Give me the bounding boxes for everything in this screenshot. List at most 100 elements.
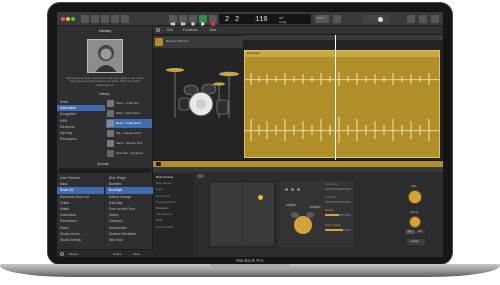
master-volume-slider[interactable] <box>363 15 389 23</box>
lcd-display[interactable]: 2 2 110 4/4 Cmaj <box>219 14 311 24</box>
xy-puck[interactable] <box>258 195 263 200</box>
hihat-slider-fill <box>325 214 339 216</box>
drummer-portrait-icon <box>95 45 117 72</box>
record-button[interactable] <box>209 15 217 26</box>
menu-functions[interactable]: Functions <box>183 28 198 32</box>
editor-ruler[interactable] <box>153 167 443 172</box>
drummer-region[interactable]: Drummer <box>244 50 440 158</box>
sounds-search-field[interactable] <box>59 168 151 173</box>
swing-16th-button[interactable]: 16th <box>416 230 425 234</box>
complexity-xy-pad[interactable] <box>209 181 275 248</box>
percussion-clap-icon[interactable] <box>291 188 294 191</box>
track-name: Brooklyn (Beam) <box>166 39 189 43</box>
param-kick-snare-label: Kick & Snare <box>325 223 342 227</box>
browser-button[interactable] <box>431 15 439 23</box>
library-toggle-button[interactable] <box>81 15 89 23</box>
waveform-icon <box>245 72 439 143</box>
hihat-slider[interactable] <box>325 214 351 216</box>
count-in-button[interactable]: 1234 <box>315 15 329 23</box>
percussion-shaker-icon[interactable] <box>285 188 288 191</box>
toolbar: 2 2 110 4/4 Cmaj 1234 <box>57 12 443 27</box>
genre-item[interactable]: Percussion <box>57 136 105 142</box>
laptop-notch <box>210 264 290 269</box>
delete-button[interactable]: Delete <box>113 252 122 256</box>
fills-label: Fills <box>411 184 417 188</box>
notes-button[interactable] <box>407 15 415 23</box>
details-button[interactable]: Details <box>407 239 425 245</box>
drum-kit-icon <box>166 68 239 118</box>
pad-divider <box>242 182 243 248</box>
smart-controls-button[interactable] <box>111 15 119 23</box>
menu-view[interactable]: View <box>209 28 216 32</box>
settings-icon[interactable] <box>60 251 64 256</box>
drummer-avatar-icon <box>107 130 114 137</box>
add-track-icon[interactable] <box>156 28 160 32</box>
lcd-tempo: 110 <box>255 15 268 24</box>
percussion-slider[interactable] <box>325 188 351 190</box>
drummer-name: Nikki - Indie Disco <box>116 111 141 115</box>
drummer-avatar-icon <box>107 120 114 127</box>
swing-label: Swing <box>410 210 419 214</box>
library-footer: Revert Delete Save... <box>57 249 153 257</box>
sound-patch[interactable]: Neo Soul <box>106 237 153 243</box>
sound-patch-list: Blue Ridge Bluebird Brooklyn Detroit Gar… <box>106 175 153 245</box>
menu-edit[interactable]: Edit <box>167 28 173 32</box>
editors-button[interactable] <box>121 15 129 23</box>
kick-snare-slider[interactable] <box>325 229 351 231</box>
close-icon[interactable] <box>61 17 65 21</box>
forward-button[interactable] <box>179 15 187 26</box>
drummer-avatar-icon <box>107 100 114 107</box>
details-label: Details <box>410 239 420 244</box>
track-header[interactable]: Brooklyn (Beam) <box>153 36 243 48</box>
follow-switch[interactable] <box>197 174 204 178</box>
sound-category-list: User Patches Bass Drum Kit Electronic Dr… <box>57 175 105 245</box>
drummer-item[interactable]: Nikki - Indie Disco <box>106 109 152 118</box>
save-button[interactable]: Save... <box>133 252 142 256</box>
rewind-button[interactable] <box>169 15 177 26</box>
follow-toggle[interactable] <box>197 174 209 179</box>
swing-16th-label: 16th <box>417 229 423 233</box>
revert-button[interactable]: Revert <box>69 252 78 256</box>
playhead[interactable] <box>335 35 336 160</box>
lcd-bar: 2 <box>225 15 230 24</box>
cymbals-slider[interactable] <box>325 201 351 203</box>
loops-button[interactable] <box>419 15 427 23</box>
drummer-item[interactable]: Somnath - Synthpop <box>106 149 152 158</box>
drummer-icon <box>156 162 161 166</box>
preset-item[interactable]: Gimme Slide <box>153 224 193 230</box>
stop-button[interactable] <box>189 15 197 26</box>
play-button[interactable] <box>199 15 207 27</box>
drummer-item[interactable]: Zak - Garage Rock <box>106 129 152 138</box>
lcd-key: Cmaj <box>279 19 287 24</box>
tracks-area: Edit Functions View Brooklyn (Beam) Drum… <box>153 26 443 160</box>
swing-knob[interactable] <box>409 216 421 228</box>
fills-knob[interactable] <box>408 190 422 204</box>
sound-category[interactable]: Studio Strings <box>57 237 104 243</box>
param-percussion-label: Percussion <box>325 182 339 186</box>
lcd-beat: 2 <box>235 15 240 24</box>
drummer-item[interactable]: Aiden - Indie Pop <box>106 99 152 108</box>
sounds-header: Sounds <box>97 162 109 166</box>
timeline-ruler[interactable] <box>243 35 443 40</box>
drummer-avatar-icon <box>107 150 114 157</box>
artist-caption: Although seemingly most serious with lon… <box>66 76 144 87</box>
library-title: Library <box>99 28 112 33</box>
drummer-editor: Beat Presets Blue Motion Funk Chord Ave … <box>153 160 443 257</box>
laptop-brand: MacBook Pro <box>236 258 264 263</box>
minimize-icon[interactable] <box>66 17 70 21</box>
drummer-avatar-icon <box>107 140 114 147</box>
drummer-item-selected[interactable]: Beam - Indie Rock <box>106 119 152 128</box>
percussion-tambourine-icon[interactable] <box>297 188 300 191</box>
volume-knob[interactable] <box>378 16 383 22</box>
param-cymbals-label: Cymbals <box>325 195 336 199</box>
zoom-icon[interactable] <box>71 17 75 21</box>
param-hihat-label: Hi-Hat <box>325 208 333 212</box>
metronome-button[interactable] <box>333 15 341 23</box>
drummer-item[interactable]: Maya - Modern 80's <box>106 139 152 148</box>
drummer-name: Maya - Modern 80's <box>116 141 143 145</box>
inspector-button[interactable] <box>91 15 99 23</box>
swing-8th-button[interactable]: 8th <box>406 230 415 234</box>
help-button[interactable] <box>101 15 109 23</box>
genre-list: Rock Alternative Songwriter R&B Electron… <box>57 99 105 161</box>
drummer-name: Zak - Garage Rock <box>116 131 142 135</box>
